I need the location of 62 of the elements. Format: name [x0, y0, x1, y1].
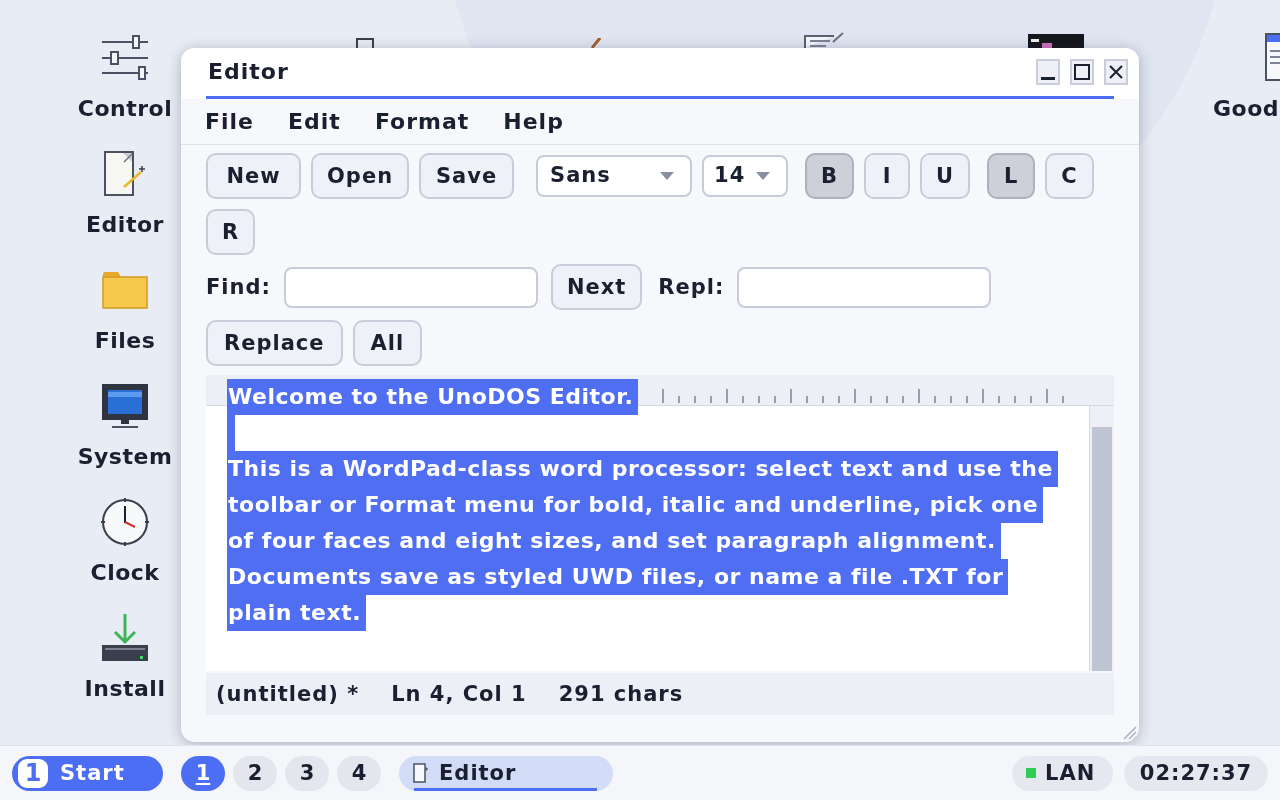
- replace-button[interactable]: Replace: [206, 320, 343, 366]
- terminal-icon[interactable]: [1028, 34, 1084, 48]
- clock-icon[interactable]: [100, 497, 150, 547]
- maximize-icon: [1074, 64, 1090, 80]
- find-label: Find:: [206, 276, 271, 298]
- caret-icon: [660, 172, 675, 180]
- menu-item[interactable]: Help: [503, 110, 564, 133]
- download-drive-icon[interactable]: [102, 614, 148, 662]
- toolbar-button[interactable]: Save: [419, 153, 515, 199]
- maximize-button[interactable]: [1070, 59, 1094, 85]
- minimize-icon: [1041, 77, 1055, 80]
- toolbar-button[interactable]: New: [206, 153, 301, 199]
- desktop-icon-label[interactable]: Clock: [90, 560, 160, 586]
- caret-icon: [756, 172, 771, 180]
- replace-all-button[interactable]: All: [352, 320, 423, 366]
- window-title: Editor: [208, 61, 289, 83]
- align-button[interactable]: R: [206, 209, 256, 255]
- taskbar-window-button[interactable]: Editor: [399, 755, 613, 791]
- desktop-icon-label[interactable]: System: [77, 444, 173, 470]
- style-toggle[interactable]: U: [920, 153, 971, 199]
- close-button[interactable]: [1104, 59, 1128, 85]
- desktop-icon-label[interactable]: Editor: [86, 212, 164, 238]
- toolbar-button[interactable]: Open: [311, 153, 410, 199]
- style-toggle[interactable]: B: [805, 153, 855, 199]
- start-logo: 1: [18, 758, 48, 788]
- file-name-status: (untitled) *: [216, 683, 360, 705]
- style-toggle[interactable]: I: [864, 153, 911, 199]
- menu-item[interactable]: Edit: [288, 110, 341, 133]
- minimize-button[interactable]: [1036, 59, 1060, 85]
- desktop-icon-label[interactable]: Install: [84, 676, 166, 702]
- size-dropdown[interactable]: 14: [702, 155, 789, 197]
- menu-item[interactable]: File: [205, 110, 255, 133]
- workspace-button[interactable]: 4: [337, 755, 381, 791]
- bracket-icon[interactable]: [356, 38, 374, 48]
- cursor-position-status: Ln 4, Col 1: [391, 683, 527, 705]
- taskbar-clock: 02:27:37: [1124, 755, 1268, 791]
- sliders-icon[interactable]: [102, 35, 148, 81]
- next-button[interactable]: Next: [550, 264, 643, 310]
- font-dropdown[interactable]: Sans: [536, 155, 693, 197]
- menu-item[interactable]: Format: [374, 110, 470, 133]
- replace-label: Repl:: [658, 276, 725, 298]
- desktop-icon-label[interactable]: Control: [77, 96, 173, 122]
- align-button[interactable]: L: [987, 153, 1036, 199]
- document-icon[interactable]: [1265, 33, 1280, 81]
- desktop-icon-label[interactable]: Good: [1213, 96, 1280, 122]
- start-button[interactable]: 1 Start: [12, 755, 163, 791]
- document-pencil-icon[interactable]: [104, 151, 146, 197]
- notepad-icon[interactable]: [804, 32, 844, 48]
- network-indicator[interactable]: LAN: [1012, 755, 1113, 791]
- find-field[interactable]: [283, 266, 538, 308]
- align-button[interactable]: C: [1045, 153, 1094, 199]
- scrollbar-thumb[interactable]: [1092, 427, 1112, 671]
- stick-icon[interactable]: [591, 38, 601, 48]
- workspace-button[interactable]: 2: [233, 755, 277, 791]
- replace-field[interactable]: [737, 266, 992, 308]
- workspace-button[interactable]: 3: [285, 755, 329, 791]
- monitor-icon[interactable]: [102, 384, 148, 428]
- char-count-status: 291 chars: [558, 683, 684, 705]
- close-icon: [1109, 65, 1123, 79]
- workspace-button[interactable]: 1: [181, 755, 225, 791]
- document-icon: [413, 763, 429, 783]
- desktop-icon-label[interactable]: Files: [94, 328, 156, 354]
